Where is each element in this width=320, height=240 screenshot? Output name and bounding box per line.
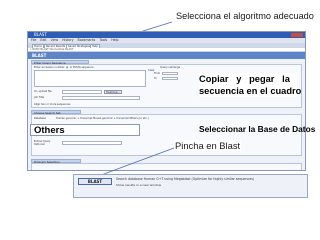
menu-edit[interactable]: Edit: [40, 38, 46, 42]
enter-query-label: Enter accession number, gi, or FASTA seq…: [34, 66, 94, 69]
from-input[interactable]: [162, 72, 178, 75]
annotation-click-blast: Pincha en Blast: [174, 140, 242, 151]
job-title-input[interactable]: [62, 96, 140, 100]
browse-button[interactable]: Examinar...: [104, 90, 122, 94]
annotation-copy-paste: Copiar y pegar la secuencia en el cuadro: [199, 73, 302, 97]
menu-file[interactable]: File: [31, 38, 36, 42]
query-sequence-textarea[interactable]: [34, 70, 146, 87]
to-label: To: [154, 77, 157, 80]
from-label: From: [154, 72, 161, 75]
annotation-select-algorithm: Selecciona el algoritmo adecuado: [176, 11, 314, 21]
menu-bookmarks[interactable]: Bookmarks: [78, 38, 96, 42]
job-title-label: Job Title: [34, 96, 45, 99]
menu-history[interactable]: History: [62, 38, 73, 42]
menu-view[interactable]: View: [51, 38, 59, 42]
menu-help[interactable]: Help: [111, 38, 118, 42]
database-selected-value: Others: [34, 125, 65, 136]
database-label: Database: [34, 117, 46, 120]
optional-label-2: Optional: [34, 143, 45, 146]
database-options[interactable]: Human genomic + transcript Mouse genomic…: [56, 117, 149, 120]
search-summary: Search database Human G+T using Megablas…: [116, 177, 255, 181]
query-subrange-label: Query subrange: [160, 66, 181, 69]
annotation-select-database: Seleccionar la Base de Datos: [199, 124, 316, 134]
blast-submit-button[interactable]: BLAST: [78, 178, 112, 185]
menu-tools[interactable]: Tools: [99, 38, 107, 42]
blast-header: BLAST: [28, 52, 305, 59]
database-dropdown[interactable]: Others: [30, 124, 140, 136]
blast-logo: BLAST: [32, 53, 47, 58]
to-input[interactable]: [162, 77, 178, 80]
upload-file-label: Or, upload file: [34, 90, 52, 93]
window-controls[interactable]: [291, 33, 303, 37]
align-two-checkbox[interactable]: Align two or more sequences: [34, 103, 70, 106]
blast-submit-panel: BLAST Search database Human G+T using Me…: [73, 174, 308, 198]
upload-file-input[interactable]: [62, 90, 102, 94]
show-results-new-window-checkbox[interactable]: Show results in a new window: [116, 184, 161, 187]
